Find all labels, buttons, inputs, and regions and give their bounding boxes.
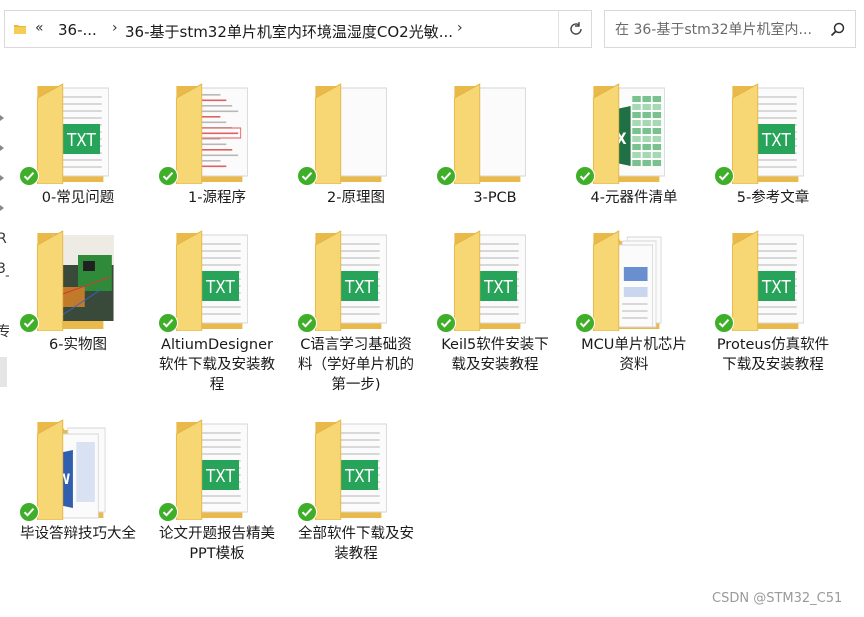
folder-blank-thumbnail-icon — [453, 83, 526, 184]
breadcrumb-crumb1[interactable]: 36-... — [58, 21, 97, 39]
nav-selected-item[interactable] — [0, 357, 7, 387]
synced-check-icon — [19, 166, 39, 186]
folder-name: 6-实物图 — [49, 337, 107, 353]
folder-name: 全部软件下载及安装教程 — [298, 526, 414, 562]
synced-check-icon — [158, 313, 178, 333]
search-input[interactable] — [613, 18, 827, 42]
synced-check-icon — [158, 502, 178, 522]
folder-photo-thumbnail-icon — [36, 230, 114, 331]
svg-text:TXT: TXT — [761, 130, 791, 151]
folder-item[interactable]: TXT C语言学习基础资料（学好单片机的第一步) — [296, 227, 416, 407]
address-bar[interactable]: « 36-... › 36-基于stm32单片机室内环境温湿度CO2光敏... … — [4, 10, 592, 48]
synced-check-icon — [714, 166, 734, 186]
synced-check-icon — [19, 313, 39, 333]
breadcrumb-dropdown-chevron-icon[interactable]: › — [457, 20, 463, 36]
synced-check-icon — [297, 502, 317, 522]
folder-txt-thumbnail-icon: TXT — [314, 419, 387, 520]
folder-code-thumbnail-icon — [175, 83, 248, 184]
folder-name: 毕设答辩技巧大全 — [20, 526, 136, 542]
synced-check-icon — [436, 313, 456, 333]
folder-txt-thumbnail-icon: TXT — [175, 230, 248, 331]
folder-txt-thumbnail-icon: TXT — [314, 230, 387, 331]
synced-check-icon — [575, 166, 595, 186]
svg-text:TXT: TXT — [761, 277, 791, 298]
synced-check-icon — [297, 313, 317, 333]
folder-name: 2-原理图 — [327, 190, 385, 206]
folder-item[interactable]: 6-实物图 — [18, 227, 138, 407]
search-box[interactable] — [604, 10, 856, 48]
folder-icon — [14, 25, 26, 34]
folder-txt-thumbnail-icon: TXT — [731, 83, 804, 184]
folder-item[interactable]: TXT 论文开题报告精美PPT模板 — [157, 416, 277, 596]
folder-txt-thumbnail-icon: TXT — [731, 230, 804, 331]
folder-txt-thumbnail-icon: TXT — [175, 419, 248, 520]
folder-name: Keil5软件安装下载及安装教程 — [441, 337, 549, 373]
navigation-pane[interactable]: R 3_ 专 — [0, 55, 9, 617]
folder-name: 1-源程序 — [188, 190, 246, 206]
folder-name: AltiumDesigner软件下载及安装教程 — [159, 337, 275, 393]
folder-item[interactable]: TXT Keil5软件安装下载及安装教程 — [435, 227, 555, 407]
synced-check-icon — [714, 313, 734, 333]
folder-docs-thumbnail-icon — [592, 230, 662, 331]
breadcrumb-crumb2[interactable]: 36-基于stm32单片机室内环境温湿度CO2光敏... — [125, 21, 453, 42]
svg-text:TXT: TXT — [344, 466, 374, 487]
nav-item-fragment[interactable]: 专 — [0, 321, 9, 341]
folder-name: C语言学习基础资料（学好单片机的第一步) — [298, 337, 414, 393]
folder-word-thumbnail-icon: W — [36, 419, 106, 520]
svg-text:TXT: TXT — [66, 130, 96, 151]
folder-name: 4-元器件清单 — [590, 190, 678, 206]
folder-name: 5-参考文章 — [736, 190, 810, 206]
folder-item[interactable]: TXT AltiumDesigner软件下载及安装教程 — [157, 227, 277, 407]
folder-name: MCU单片机芯片资料 — [581, 337, 687, 373]
refresh-icon — [570, 22, 582, 35]
synced-check-icon — [436, 166, 456, 186]
folder-txt-thumbnail-icon: TXT — [36, 83, 109, 184]
nav-item-fragment[interactable]: R — [0, 231, 7, 247]
folder-item[interactable]: TXT Proteus仿真软件下载及安装教程 — [713, 227, 833, 407]
breadcrumb-chevron-icon[interactable]: › — [112, 20, 118, 36]
svg-text:TXT: TXT — [205, 277, 235, 298]
folder-item[interactable]: TXT 全部软件下载及安装教程 — [296, 416, 416, 596]
nav-item-fragment[interactable]: 3_ — [0, 261, 9, 277]
svg-text:TXT: TXT — [344, 277, 374, 298]
svg-text:TXT: TXT — [205, 466, 235, 487]
refresh-button[interactable] — [558, 11, 593, 47]
folder-blank-thumbnail-icon — [314, 83, 387, 184]
folder-excel-thumbnail-icon: X — [592, 83, 665, 184]
folder-name: 论文开题报告精美PPT模板 — [159, 526, 275, 562]
search-icon[interactable] — [830, 22, 845, 37]
synced-check-icon — [575, 313, 595, 333]
nav-expand-icon[interactable] — [0, 205, 4, 211]
watermark: CSDN @STM32_C51 — [712, 591, 843, 606]
folder-name: 3-PCB — [473, 190, 517, 206]
folder-name: 0-常见问题 — [41, 190, 115, 206]
synced-check-icon — [19, 502, 39, 522]
folder-item[interactable]: W 毕设答辩技巧大全 — [18, 416, 138, 596]
synced-check-icon — [297, 166, 317, 186]
folder-item[interactable]: MCU单片机芯片资料 — [574, 227, 694, 407]
nav-expand-icon[interactable] — [0, 175, 4, 181]
folder-txt-thumbnail-icon: TXT — [453, 230, 526, 331]
nav-expand-icon[interactable] — [0, 145, 4, 151]
nav-expand-icon[interactable] — [0, 115, 4, 121]
folder-name: Proteus仿真软件下载及安装教程 — [716, 337, 830, 373]
breadcrumb-overflow[interactable]: « — [35, 20, 44, 36]
synced-check-icon — [158, 166, 178, 186]
svg-text:TXT: TXT — [483, 277, 513, 298]
